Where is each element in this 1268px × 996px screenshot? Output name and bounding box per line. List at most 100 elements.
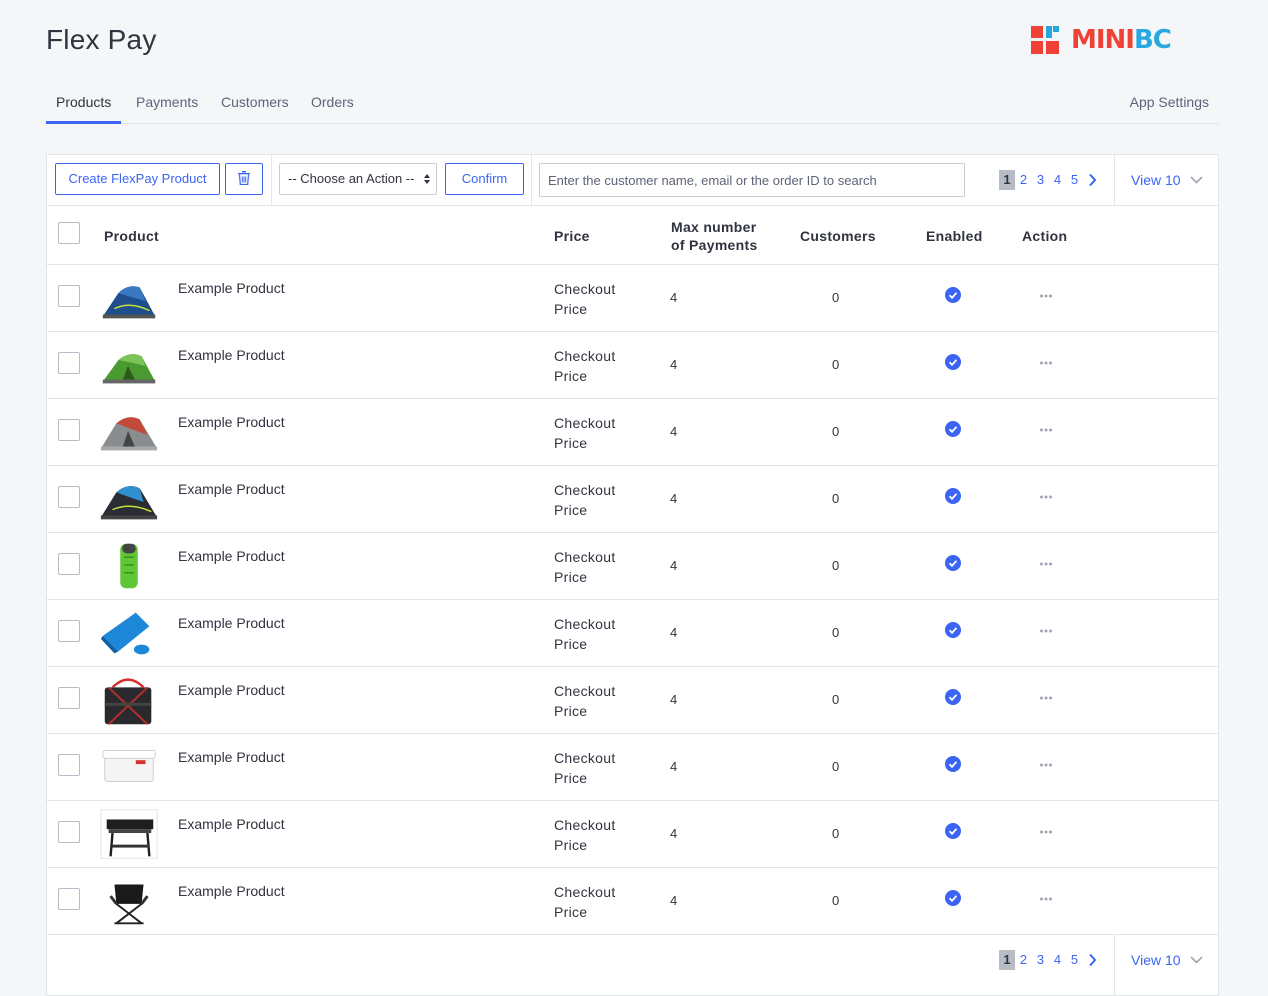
next-page-button[interactable] bbox=[1085, 170, 1099, 190]
product-name: Example Product bbox=[178, 615, 285, 631]
table-row: Example Product Checkout Price 4 0 bbox=[47, 332, 1218, 399]
row-checkbox[interactable] bbox=[58, 352, 80, 374]
customers-count: 0 bbox=[832, 759, 840, 774]
product-price-line2: Price bbox=[554, 837, 588, 853]
more-actions-icon[interactable] bbox=[1039, 628, 1053, 634]
page-2[interactable]: 2 bbox=[1015, 170, 1032, 190]
enabled-check-icon[interactable] bbox=[945, 287, 961, 303]
enabled-check-icon[interactable] bbox=[945, 689, 961, 705]
minibc-logo-mark-icon bbox=[1031, 26, 1059, 54]
page-3[interactable]: 3 bbox=[1032, 170, 1049, 190]
more-actions-icon[interactable] bbox=[1039, 561, 1053, 567]
page-5[interactable]: 5 bbox=[1066, 170, 1083, 190]
enabled-check-icon[interactable] bbox=[945, 354, 961, 370]
app-settings-link[interactable]: App Settings bbox=[1130, 86, 1209, 121]
enabled-check-icon[interactable] bbox=[945, 555, 961, 571]
view-per-page-select[interactable]: View 10 bbox=[1131, 170, 1204, 190]
view-per-page-select[interactable]: View 10 bbox=[1131, 950, 1204, 970]
page-4[interactable]: 4 bbox=[1049, 950, 1066, 970]
table-row: Example Product Checkout Price 4 0 bbox=[47, 734, 1218, 801]
pagination-top: 1 2 3 4 5 bbox=[999, 170, 1099, 190]
cooler-icon bbox=[102, 750, 156, 783]
row-checkbox[interactable] bbox=[58, 285, 80, 307]
camp-chair-icon bbox=[109, 884, 149, 925]
page-1[interactable]: 1 bbox=[999, 950, 1015, 970]
tab-customers[interactable]: Customers bbox=[221, 86, 289, 121]
search-input[interactable] bbox=[539, 163, 965, 197]
page-title: Flex Pay bbox=[46, 24, 157, 55]
tent-green-icon bbox=[102, 354, 156, 384]
more-actions-icon[interactable] bbox=[1039, 293, 1053, 299]
tent-dark-icon bbox=[100, 486, 158, 520]
customers-count: 0 bbox=[832, 893, 840, 908]
select-arrows-icon bbox=[424, 174, 430, 184]
create-flexpay-product-button[interactable]: Create FlexPay Product bbox=[55, 163, 220, 195]
product-price: Checkout Price bbox=[554, 547, 644, 587]
products-panel: Create FlexPay Product -- Choose an Acti… bbox=[46, 154, 1219, 996]
chevron-right-icon bbox=[1088, 953, 1096, 967]
page-4[interactable]: 4 bbox=[1049, 170, 1066, 190]
product-name: Example Product bbox=[178, 883, 285, 899]
row-checkbox[interactable] bbox=[58, 888, 80, 910]
more-actions-icon[interactable] bbox=[1039, 494, 1053, 500]
tab-products[interactable]: Products bbox=[46, 86, 122, 124]
product-name: Example Product bbox=[178, 749, 285, 765]
select-all-checkbox[interactable] bbox=[58, 222, 80, 244]
product-price-line2: Price bbox=[554, 435, 588, 451]
more-actions-icon[interactable] bbox=[1039, 695, 1053, 701]
more-actions-icon[interactable] bbox=[1039, 829, 1053, 835]
row-checkbox[interactable] bbox=[58, 821, 80, 843]
enabled-check-icon[interactable] bbox=[945, 488, 961, 504]
page-1[interactable]: 1 bbox=[999, 170, 1015, 190]
tab-orders[interactable]: Orders bbox=[311, 86, 354, 121]
griddle-grill-icon bbox=[100, 809, 158, 859]
more-actions-icon[interactable] bbox=[1039, 360, 1053, 366]
more-actions-icon[interactable] bbox=[1039, 427, 1053, 433]
row-checkbox[interactable] bbox=[58, 754, 80, 776]
product-name: Example Product bbox=[178, 280, 285, 296]
product-name: Example Product bbox=[178, 481, 285, 497]
max-payments-value: 4 bbox=[670, 692, 678, 707]
enabled-check-icon[interactable] bbox=[945, 622, 961, 638]
product-name: Example Product bbox=[178, 682, 285, 698]
chevron-down-icon bbox=[1190, 176, 1204, 184]
tab-payments[interactable]: Payments bbox=[136, 86, 198, 121]
row-checkbox[interactable] bbox=[58, 553, 80, 575]
enabled-check-icon[interactable] bbox=[945, 756, 961, 772]
more-actions-icon[interactable] bbox=[1039, 762, 1053, 768]
product-price-line2: Price bbox=[554, 703, 588, 719]
product-price: Checkout Price bbox=[554, 882, 644, 922]
duffel-bag-icon bbox=[104, 678, 152, 725]
row-checkbox[interactable] bbox=[58, 687, 80, 709]
enabled-check-icon[interactable] bbox=[945, 823, 961, 839]
delete-button[interactable] bbox=[225, 163, 263, 195]
enabled-check-icon[interactable] bbox=[945, 421, 961, 437]
product-price-line2: Price bbox=[554, 301, 588, 317]
row-checkbox[interactable] bbox=[58, 486, 80, 508]
page-2[interactable]: 2 bbox=[1015, 950, 1032, 970]
customers-count: 0 bbox=[832, 290, 840, 305]
minibc-logo: MINIBC bbox=[1031, 26, 1172, 54]
product-price: Checkout Price bbox=[554, 815, 644, 855]
sleeping-bag-green-icon bbox=[120, 543, 138, 589]
enabled-check-icon[interactable] bbox=[945, 890, 961, 906]
more-actions-icon[interactable] bbox=[1039, 896, 1053, 902]
bulk-action-select-value: -- Choose an Action -- bbox=[288, 171, 415, 186]
next-page-button[interactable] bbox=[1085, 950, 1099, 970]
view-per-page-label: View 10 bbox=[1131, 172, 1181, 188]
page-3[interactable]: 3 bbox=[1032, 950, 1049, 970]
product-name: Example Product bbox=[178, 548, 285, 564]
confirm-button[interactable]: Confirm bbox=[445, 163, 524, 195]
product-price: Checkout Price bbox=[554, 413, 644, 453]
product-name: Example Product bbox=[178, 414, 285, 430]
table-row: Example Product Checkout Price 4 0 bbox=[47, 533, 1218, 600]
row-checkbox[interactable] bbox=[58, 620, 80, 642]
product-price: Checkout Price bbox=[554, 614, 644, 654]
product-price-line2: Price bbox=[554, 368, 588, 384]
product-price-line1: Checkout bbox=[554, 683, 616, 699]
product-price: Checkout Price bbox=[554, 346, 644, 386]
bulk-action-select[interactable]: -- Choose an Action -- bbox=[279, 163, 437, 195]
page-5[interactable]: 5 bbox=[1066, 950, 1083, 970]
row-checkbox[interactable] bbox=[58, 419, 80, 441]
product-price-line1: Checkout bbox=[554, 415, 616, 431]
